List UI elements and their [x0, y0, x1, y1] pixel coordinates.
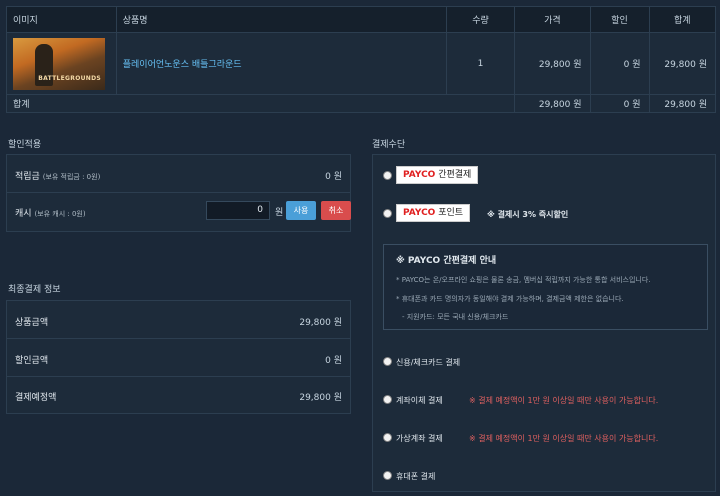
final-row: 상품금액 29,800 원 — [7, 301, 350, 339]
points-row: 적립금 (보유 적립금 : 0원) 0 원 — [7, 155, 350, 193]
payco-info-box: ※ PAYCO 간편결제 안내 * PAYCO는 온/오프라인 쇼핑은 물론 송… — [383, 244, 708, 330]
final-box: 상품금액 29,800 원 할인금액 0 원 결제예정액 29,800 원 — [6, 300, 351, 414]
discount-box: 적립금 (보유 적립금 : 0원) 0 원 캐시 (보유 캐시 : 0원) 0 … — [6, 154, 351, 232]
sum-discount: 0 원 — [589, 94, 650, 113]
qty-value: 1 — [445, 32, 516, 95]
game-thumbnail[interactable]: BATTLEGROUNDS — [13, 37, 105, 90]
cash-label-text: 캐시 — [15, 209, 32, 219]
thumbnail-logo: BATTLEGROUNDS — [38, 74, 101, 82]
final-section-title: 최종결제 정보 — [8, 285, 61, 295]
product-cell: 플레이어언노운스 배틀그라운드 — [115, 32, 447, 95]
bank-transfer-label[interactable]: 계좌이체 결제 — [396, 395, 443, 406]
use-cash-button[interactable]: 사용 — [286, 201, 316, 220]
header-image: 이미지 — [6, 6, 117, 33]
final-row-value: 29,800 원 — [299, 393, 342, 403]
payco-point-radio[interactable] — [383, 209, 392, 218]
sum-label: 합계 — [5, 94, 516, 113]
points-balance: (보유 적립금 : 0원) — [42, 173, 101, 181]
payco-point-bonus: ※ 결제시 3% 즉시할인 — [487, 210, 569, 219]
discount-value: 0 원 — [589, 32, 650, 95]
table-header: 이미지 상품명 수량 가격 할인 합계 — [6, 6, 717, 33]
payco-brand: PAYCO — [403, 170, 436, 180]
sum-row: 합계 29,800 원 0 원 29,800 원 — [5, 94, 717, 113]
payco-easy-logo[interactable]: PAYCO 간편결제 — [396, 166, 479, 184]
cash-input[interactable]: 0 — [206, 201, 270, 220]
payco-brand: PAYCO — [403, 208, 436, 218]
cart-table: 이미지 상품명 수량 가격 할인 합계 BATTLEGROUNDS 플레이어언노… — [5, 6, 717, 113]
cash-balance: (보유 캐시 : 0원) — [34, 210, 86, 218]
header-price: 가격 — [514, 6, 591, 33]
payment-section-title: 결제수단 — [372, 140, 406, 150]
header-product: 상품명 — [115, 6, 447, 33]
payco-easy-radio[interactable] — [383, 171, 392, 180]
header-discount: 할인 — [589, 6, 650, 33]
payco-point-text: 포인트 — [438, 208, 464, 218]
virtual-account-radio[interactable] — [383, 433, 392, 442]
cash-row: 캐시 (보유 캐시 : 0원) 0 원 사용 취소 — [7, 193, 351, 231]
sum-price: 29,800 원 — [514, 94, 591, 113]
product-name-link[interactable]: 플레이어언노운스 배틀그라운드 — [123, 60, 242, 70]
payco-info-line: - 지원카드: 모든 국내 신용/체크카드 — [402, 313, 509, 321]
bank-transfer-radio[interactable] — [383, 395, 392, 404]
cash-unit: 원 — [275, 208, 284, 218]
virtual-account-note: ※ 결제 예정액이 1만 원 이상일 때만 사용이 가능합니다. — [469, 434, 659, 443]
payco-easy-text: 간편결제 — [438, 170, 472, 180]
final-row-label: 결제예정액 — [15, 393, 57, 403]
virtual-account-label[interactable]: 가상계좌 결제 — [396, 433, 443, 444]
final-row-value: 29,800 원 — [299, 318, 342, 328]
payco-info-title: ※ PAYCO 간편결제 안내 — [396, 256, 497, 266]
final-row: 결제예정액 29,800 원 — [7, 377, 350, 413]
header-qty: 수량 — [445, 6, 516, 33]
mobile-payment-label[interactable]: 휴대폰 결제 — [396, 471, 435, 482]
card-payment-radio[interactable] — [383, 357, 392, 366]
final-row-value: 0 원 — [325, 356, 342, 366]
bank-transfer-note: ※ 결제 예정액이 1만 원 이상일 때만 사용이 가능합니다. — [469, 396, 659, 405]
final-row-label: 상품금액 — [15, 318, 49, 328]
sum-total: 29,800 원 — [648, 94, 717, 113]
header-total: 합계 — [648, 6, 717, 33]
points-value: 0 원 — [325, 172, 342, 182]
final-row: 할인금액 0 원 — [7, 339, 350, 377]
points-label-text: 적립금 — [15, 172, 40, 182]
cancel-cash-button[interactable]: 취소 — [321, 201, 351, 220]
mobile-payment-radio[interactable] — [383, 471, 392, 480]
card-payment-label[interactable]: 신용/체크카드 결제 — [396, 357, 460, 368]
total-value: 29,800 원 — [648, 32, 717, 95]
final-row-label: 할인금액 — [15, 356, 49, 366]
table-row: BATTLEGROUNDS 플레이어언노운스 배틀그라운드 1 29,800 원… — [6, 32, 717, 95]
payment-box: PAYCO 간편결제 PAYCO 포인트 ※ 결제시 3% 즉시할인 ※ PAY… — [372, 154, 716, 492]
price-value: 29,800 원 — [514, 32, 591, 95]
discount-section-title: 할인적용 — [8, 140, 42, 150]
thumb-cell: BATTLEGROUNDS — [6, 32, 117, 95]
points-label: 적립금 (보유 적립금 : 0원) — [15, 169, 100, 182]
cash-label: 캐시 (보유 캐시 : 0원) — [15, 206, 86, 219]
payco-info-line: * 휴대폰과 카드 명의자가 동일해야 결제 가능하며, 결제금액 제한은 없습… — [396, 295, 624, 303]
payco-point-logo[interactable]: PAYCO 포인트 — [396, 204, 471, 222]
payco-info-line: * PAYCO는 온/오프라인 쇼핑은 물론 송금, 멤버십 적립까지 가능한 … — [396, 276, 651, 284]
